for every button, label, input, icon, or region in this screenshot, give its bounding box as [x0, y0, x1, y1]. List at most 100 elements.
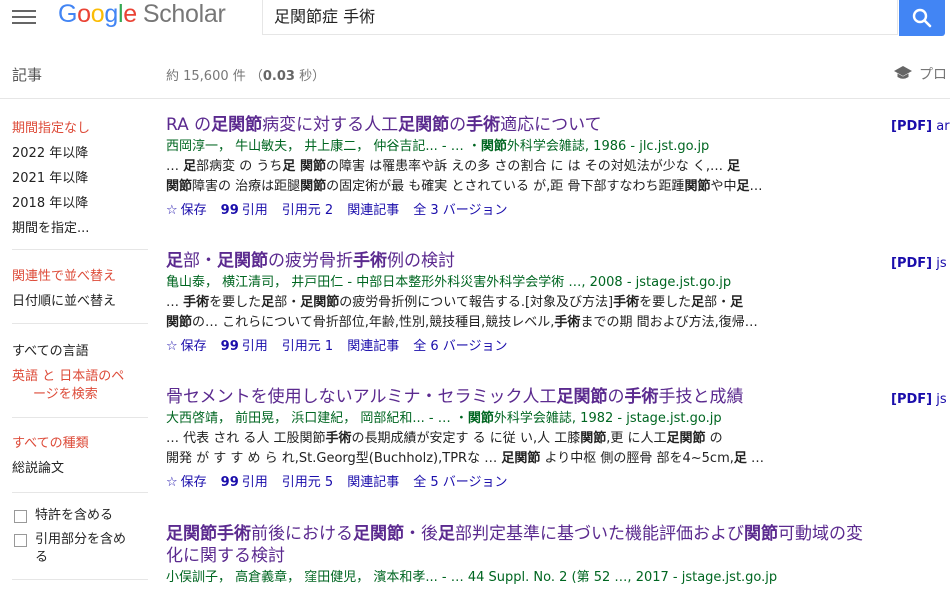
pdf-link[interactable]: [PDF] ar — [891, 119, 950, 134]
sort-by-date[interactable]: 日付順に並べ替え — [12, 290, 116, 309]
star-icon: ☆ — [166, 475, 178, 490]
snippet-line: 関節障害の 治療は距腿関節の固定術が最 も確実 とされている が,距 骨下部すな… — [166, 177, 846, 197]
sort-by-relevance[interactable]: 関連性で並べ替え — [12, 265, 116, 284]
logo-scholar: Scholar — [142, 0, 226, 28]
save-link[interactable]: ☆ 保存 — [166, 339, 207, 354]
search-result: 骨セメントを使用しないアルミナ・セラミック人工足関節の手術手技と成績 大西啓靖，… — [166, 386, 866, 495]
cite-label: 引用 — [241, 475, 268, 490]
search-input[interactable]: 足関節症 手術 — [262, 0, 898, 35]
highlighted-term: 足関節 — [501, 451, 541, 466]
include-citations-label[interactable]: 引用部分を含め — [35, 531, 126, 548]
include-patents-checkbox[interactable] — [14, 510, 27, 523]
text-segment: … — [749, 179, 763, 194]
include-citations-checkbox[interactable] — [14, 534, 27, 547]
text-segment: を要した — [639, 295, 692, 310]
text-segment: 手技と成績 — [658, 387, 744, 407]
text-segment: を要した — [209, 295, 262, 310]
filter-since-2018[interactable]: 2018 年以降 — [12, 192, 88, 211]
result-title-link[interactable]: 骨セメントを使用しないアルミナ・セラミック人工足関節の手術手技と成績 — [166, 386, 866, 408]
cited-by-link[interactable]: 引用元 1 — [282, 339, 333, 354]
highlighted-term: 足関節 — [211, 115, 263, 135]
pdf-tag: [PDF] — [891, 256, 933, 271]
lang-en-ja-cont[interactable]: ージを検索 — [33, 383, 98, 402]
quote-icon: 99 — [220, 339, 239, 354]
save-link[interactable]: ☆ 保存 — [166, 203, 207, 218]
text-segment: 障害の 治療は距腿 — [192, 179, 301, 194]
pdf-tag: [PDF] — [891, 392, 933, 407]
related-articles-link[interactable]: 関連記事 — [347, 475, 399, 490]
highlighted-term: 手術 — [353, 251, 387, 271]
result-title-link[interactable]: 足関節手術前後における足関節・後足部判定基準に基づいた機能評価および関節可動域の… — [166, 523, 866, 567]
cited-by-link[interactable]: 引用元 2 — [282, 203, 333, 218]
highlighted-term: 足 — [730, 295, 744, 310]
save-link[interactable]: ☆ 保存 — [166, 475, 207, 490]
cited-by-link[interactable]: 引用元 5 — [282, 475, 333, 490]
logo-letter: e — [123, 0, 137, 28]
versions-link[interactable]: 全 5 バージョン — [413, 475, 507, 490]
text-segment: の疲労骨折 — [268, 251, 353, 271]
text-segment: 部病変 の うち — [196, 159, 283, 174]
result-title-link[interactable]: 足部・足関節の疲労骨折手術例の検討 — [166, 250, 866, 272]
menu-icon[interactable] — [12, 6, 36, 28]
highlighted-term: 関節 — [467, 411, 494, 426]
filter-custom-range[interactable]: 期間を指定... — [12, 217, 89, 236]
quote-icon: 99 — [220, 203, 239, 218]
highlighted-term: 足関節 — [353, 524, 404, 544]
result-title-link[interactable]: RA の足関節病変に対する人工足関節の手術適応について — [166, 114, 866, 136]
divider — [12, 323, 148, 324]
lang-all[interactable]: すべての言語 — [12, 340, 89, 359]
search-result: 足部・足関節の疲労骨折手術例の検討 亀山泰， 横江清司， 井戸田仁 - 中部日本… — [166, 250, 866, 359]
result-meta: 大西啓靖， 前田晃， 浜口建紀， 岡部紀和... - … ・関節外科学会雑誌, … — [166, 409, 866, 429]
count-prefix: 約 15,600 件 （ — [166, 69, 263, 84]
cite-link[interactable]: 99 引用 — [221, 339, 268, 354]
versions-link[interactable]: 全 6 バージョン — [413, 339, 507, 354]
highlighted-term: 関節 — [684, 179, 711, 194]
text-segment: の固定術が最 も確実 とされている が,距 骨下部すなわち距踵 — [326, 179, 685, 194]
pdf-link[interactable]: [PDF] js — [891, 392, 947, 407]
text-segment: 部判定基準に基づいた機能評価および — [455, 524, 744, 544]
include-citations-label-cont[interactable]: る — [35, 549, 48, 566]
filter-any-time[interactable]: 期間指定なし — [12, 117, 90, 136]
logo-letter: G — [58, 0, 78, 28]
search-button[interactable] — [899, 0, 945, 36]
highlighted-term: 足 — [736, 179, 750, 194]
snippet-line: 関節の… これらについて骨折部位,年齢,性別,競技種目,競技レベル,手術までの期… — [166, 313, 846, 333]
highlighted-term: 足関節手術 — [166, 524, 251, 544]
result-actions: ☆ 保存 99 引用 引用元 5 関連記事全 5 バージョン — [166, 471, 866, 495]
text-segment: の — [449, 115, 467, 135]
text-segment: の長期成績が安定す る に従 い,人 工膝 — [351, 431, 581, 446]
snippet-line: 開発 が す す め ら れ,St.Georg型(Buchholz),TPRな … — [166, 449, 846, 469]
filter-since-2021[interactable]: 2021 年以降 — [12, 167, 88, 186]
text-segment: 部・ — [274, 295, 301, 310]
related-articles-link[interactable]: 関連記事 — [347, 203, 399, 218]
save-label: 保存 — [180, 339, 207, 354]
include-patents-label[interactable]: 特許を含める — [35, 507, 113, 524]
cite-label: 引用 — [241, 203, 268, 218]
type-review[interactable]: 総説論文 — [12, 457, 64, 476]
text-segment: 開発 が す す め ら れ,St.Georg型(Buchholz),TPRな … — [166, 451, 502, 466]
text-segment: や中 — [710, 179, 737, 194]
lang-en-ja[interactable]: 英語 と 日本語のペ — [12, 365, 124, 384]
text-segment: 外科学会雑誌, 1986 - jlc.jst.go.jp — [506, 139, 710, 154]
result-actions: ☆ 保存 99 引用 引用元 1 関連記事全 6 バージョン — [166, 335, 866, 359]
highlighted-term: 関節 — [166, 315, 193, 330]
highlighted-term: 関節 — [300, 179, 327, 194]
related-articles-link[interactable]: 関連記事 — [347, 339, 399, 354]
text-segment: 亀山泰， 横江清司， 井戸田仁 - 中部日本整形外科災害外科学会学術 …, 20… — [166, 275, 732, 290]
divider — [12, 249, 148, 250]
divider — [12, 492, 148, 493]
type-all[interactable]: すべての種類 — [12, 432, 89, 451]
star-icon: ☆ — [166, 203, 178, 218]
pdf-source: js — [936, 256, 947, 271]
my-profile-link[interactable]: プロ — [893, 64, 947, 85]
pdf-source: ar — [936, 119, 950, 134]
search-result: 足関節手術前後における足関節・後足部判定基準に基づいた機能評価および関節可動域の… — [166, 523, 866, 588]
google-scholar-logo[interactable]: Google Scholar — [58, 0, 226, 28]
pdf-link[interactable]: [PDF] js — [891, 256, 947, 271]
filter-since-2022[interactable]: 2022 年以降 — [12, 142, 88, 161]
highlighted-term: 足 — [438, 524, 455, 544]
versions-link[interactable]: 全 3 バージョン — [413, 203, 507, 218]
cite-link[interactable]: 99 引用 — [221, 203, 268, 218]
cite-link[interactable]: 99 引用 — [221, 475, 268, 490]
text-segment: 大西啓靖， 前田晃， 浜口建紀， 岡部紀和... - … ・ — [166, 411, 468, 426]
